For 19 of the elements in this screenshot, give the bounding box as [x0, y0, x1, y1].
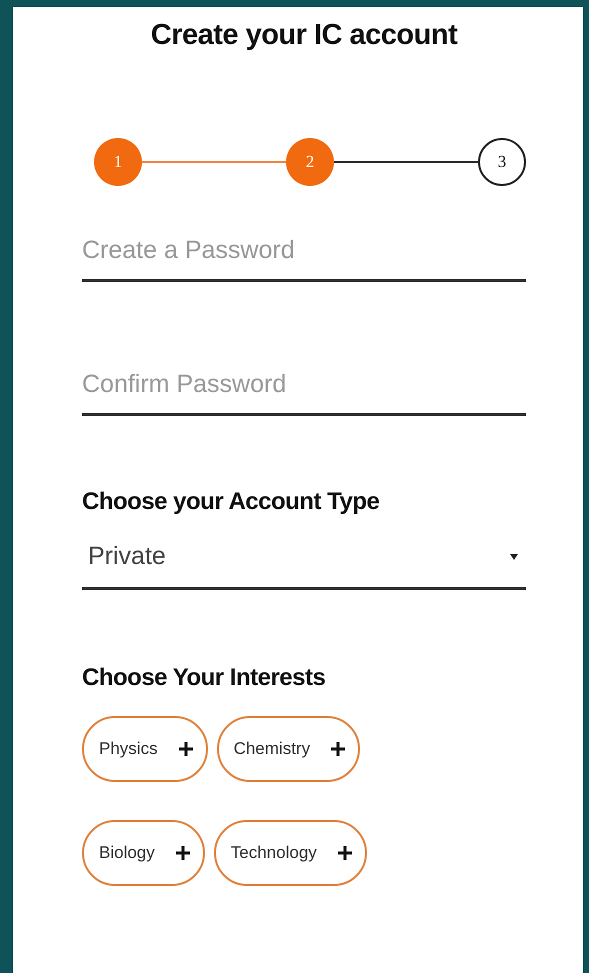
step-indicator: 2	[286, 138, 334, 186]
plus-icon	[174, 845, 191, 861]
interest-chip[interactable]: Chemistry	[216, 716, 360, 782]
interest-chip[interactable]: Physics	[82, 716, 208, 782]
step-indicator: 3	[478, 138, 526, 186]
section-label: Choose your Account Type	[82, 488, 380, 516]
dropdown-value: Private	[88, 542, 166, 571]
caret-icon	[510, 554, 518, 560]
section-label: Choose Your Interests	[82, 664, 326, 692]
interest-chip[interactable]: Biology	[82, 820, 205, 886]
interest-chip[interactable]: Technology	[214, 820, 367, 886]
confirm-password-field[interactable]: Confirm Password	[82, 364, 526, 416]
step-indicator: 1	[94, 138, 142, 186]
plus-icon	[330, 741, 346, 757]
password-field[interactable]: Create a Password	[82, 230, 526, 282]
page-title: Create your IC account	[150, 19, 458, 52]
plus-icon	[178, 741, 194, 757]
account-type-dropdown[interactable]: Private	[82, 542, 526, 590]
plus-icon	[336, 845, 353, 861]
